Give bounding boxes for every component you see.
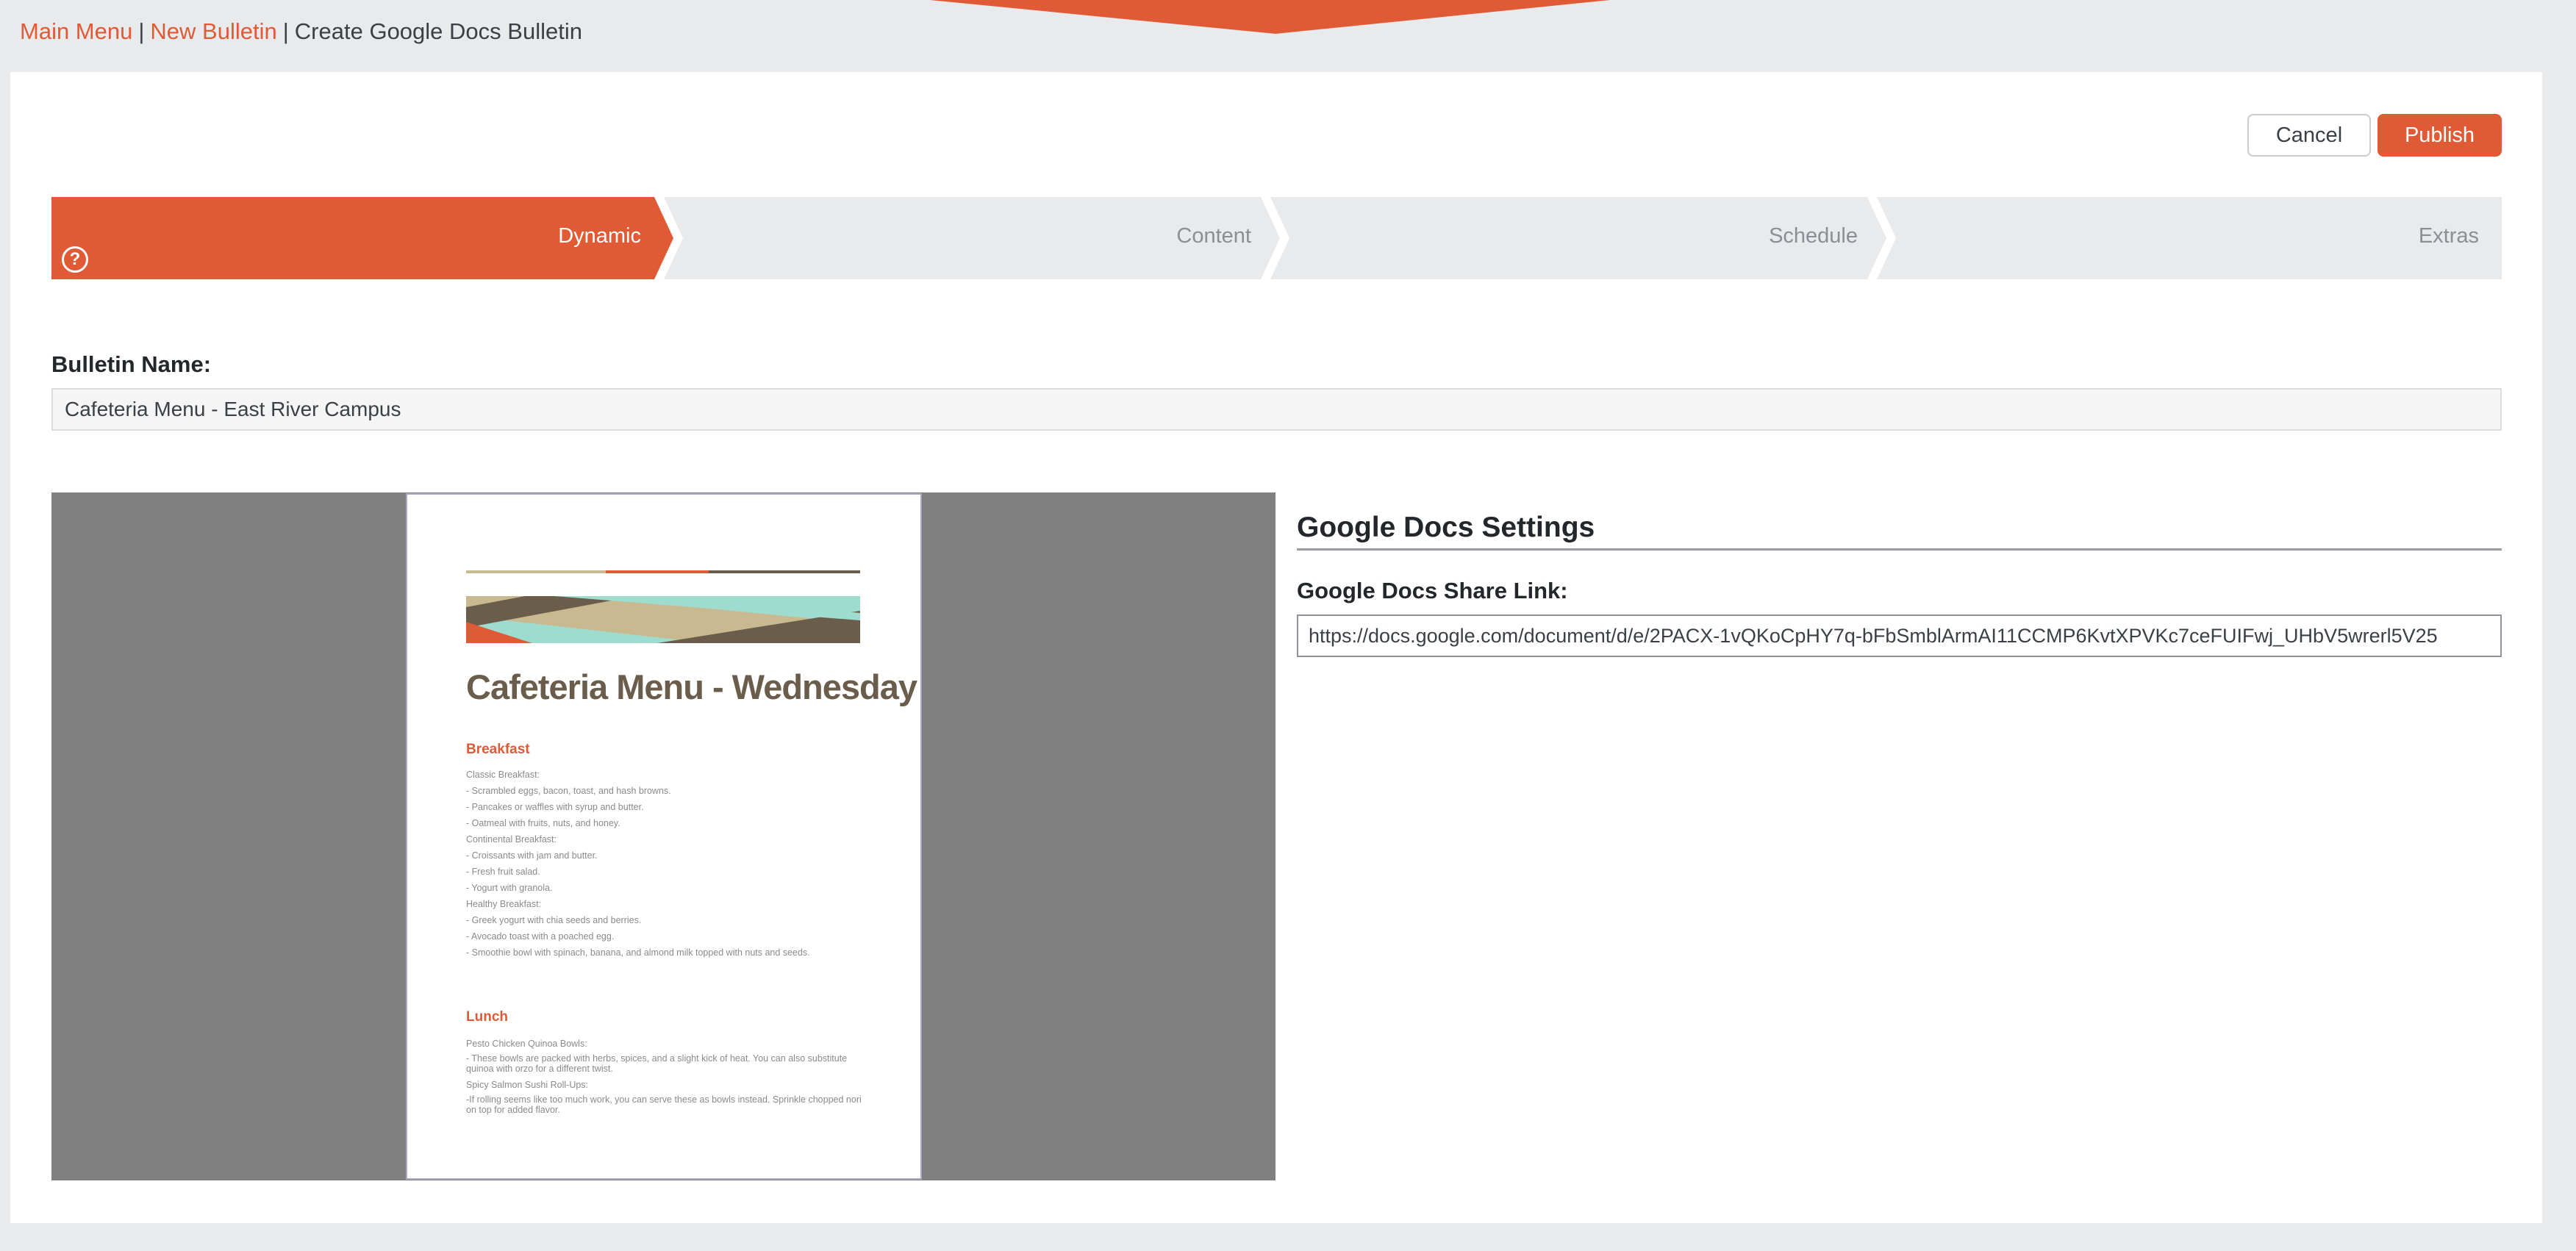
document-line: Continental Breakfast: <box>466 834 557 845</box>
document-line: - Oatmeal with fruits, nuts, and honey. <box>466 818 620 828</box>
document-line: Pesto Chicken Quinoa Bowls: <box>466 1039 587 1049</box>
question-circle-icon[interactable]: ? <box>62 246 88 273</box>
tab-dynamic[interactable]: Dynamic <box>51 197 641 279</box>
document-line: - Avocado toast with a poached egg. <box>466 931 615 942</box>
settings-divider <box>1297 548 2502 551</box>
document-line: - These bowls are packed with herbs, spi… <box>466 1053 848 1074</box>
document-line: - Croissants with jam and butter. <box>466 850 598 861</box>
tab-schedule[interactable]: Schedule <box>1290 197 1858 279</box>
document-line: - Pancakes or waffles with syrup and but… <box>466 802 644 812</box>
breadcrumb-separator: | <box>138 18 145 44</box>
cancel-button[interactable]: Cancel <box>2247 114 2371 157</box>
document-line: - Fresh fruit salad. <box>466 867 540 877</box>
breadcrumb-current: Create Google Docs Bulletin <box>294 18 582 44</box>
tab-content[interactable]: Content <box>684 197 1251 279</box>
document-line: Healthy Breakfast: <box>466 899 542 909</box>
document-title: Cafeteria Menu - Wednesday <box>466 667 917 706</box>
breadcrumb: Main Menu | New Bulletin | Create Google Doc… <box>20 16 582 47</box>
document-lunch-list: Pesto Chicken Quinoa Bowls: - These bowl… <box>466 1036 863 1118</box>
settings-title: Google Docs Settings <box>1297 512 1595 543</box>
tab-extras[interactable]: Extras <box>1897 197 2479 279</box>
document-line: - Smoothie bowl with spinach, banana, an… <box>466 947 810 958</box>
preview-document-page: Cafeteria Menu - Wednesday Breakfast Cla… <box>406 493 922 1180</box>
breadcrumb-main-menu[interactable]: Main Menu <box>20 18 132 44</box>
bulletin-name-label: Bulletin Name: <box>51 351 212 377</box>
publish-button[interactable]: Publish <box>2378 114 2502 157</box>
document-line: - Greek yogurt with chia seeds and berri… <box>466 915 642 925</box>
step-wizard: Dynamic Content Schedule Extras <box>51 197 2502 279</box>
share-link-input[interactable] <box>1297 614 2502 657</box>
document-breakfast-list: Classic Breakfast: - Scrambled eggs, bac… <box>466 767 863 961</box>
document-header-graphic <box>466 570 860 643</box>
breadcrumb-separator: | <box>282 18 289 44</box>
document-section-heading: Breakfast <box>466 742 530 757</box>
document-line: - Yogurt with granola. <box>466 883 553 893</box>
document-line: Spicy Salmon Sushi Roll-Ups: <box>466 1080 589 1090</box>
breadcrumb-new-bulletin[interactable]: New Bulletin <box>150 18 276 44</box>
document-section-heading: Lunch <box>466 1009 508 1025</box>
share-link-label: Google Docs Share Link: <box>1297 578 1568 603</box>
bulletin-name-input[interactable] <box>51 388 2502 431</box>
document-line: - Scrambled eggs, bacon, toast, and hash… <box>466 786 671 796</box>
document-line: Classic Breakfast: <box>466 770 540 780</box>
document-line: -If rolling seems like too much work, yo… <box>466 1094 862 1115</box>
